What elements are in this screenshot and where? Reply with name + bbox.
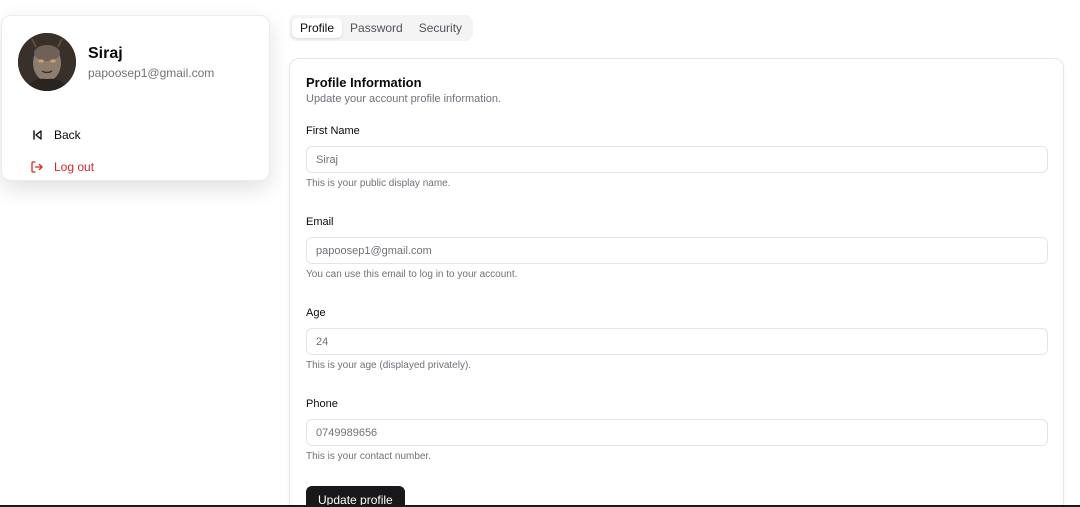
tab-password[interactable]: Password (342, 18, 411, 38)
first-name-help: This is your public display name. (306, 178, 451, 189)
tab-security[interactable]: Security (411, 18, 470, 38)
age-help: This is your age (displayed privately). (306, 360, 472, 371)
phone-help: This is your contact number. (306, 451, 432, 462)
email-help: You can use this email to log in to your… (306, 269, 518, 280)
avatar (18, 33, 76, 91)
tab-profile[interactable]: Profile (292, 18, 343, 38)
step-back-icon (30, 128, 44, 142)
profile-sidebar-card: Siraj papoosep1@gmail.com Back Log out (1, 15, 270, 181)
email-input[interactable] (306, 237, 1048, 264)
logout-button[interactable]: Log out (30, 160, 94, 174)
update-profile-button[interactable]: Update profile (306, 486, 405, 507)
log-out-icon (30, 160, 44, 174)
back-button[interactable]: Back (30, 128, 81, 142)
age-input[interactable] (306, 328, 1048, 355)
card-description: Update your account profile information. (306, 93, 502, 105)
first-name-input[interactable] (306, 146, 1048, 173)
phone-input[interactable] (306, 419, 1048, 446)
logout-label: Log out (54, 160, 95, 174)
settings-tabs: Profile Password Security (289, 15, 474, 41)
avatar-image (18, 33, 76, 91)
first-name-label: First Name (306, 125, 360, 137)
card-title: Profile Information (306, 75, 422, 90)
age-label: Age (306, 307, 326, 319)
phone-label: Phone (306, 398, 338, 410)
profile-information-card: Profile Information Update your account … (289, 58, 1064, 507)
user-email: papoosep1@gmail.com (88, 66, 215, 80)
user-name: Siraj (88, 45, 123, 62)
back-label: Back (54, 128, 81, 142)
email-label: Email (306, 216, 334, 228)
